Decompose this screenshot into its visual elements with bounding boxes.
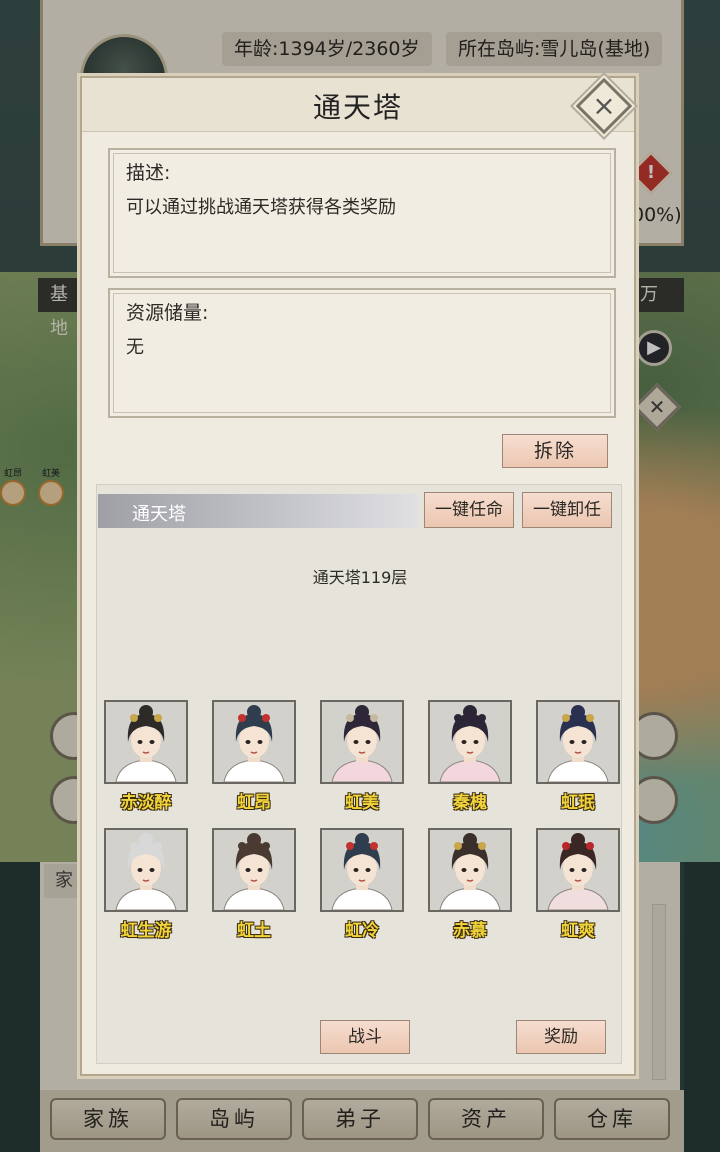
disciple-face-icon xyxy=(322,702,402,782)
disciple-portrait[interactable] xyxy=(104,700,188,784)
demolish-button[interactable]: 拆除 xyxy=(502,434,608,468)
description-box: 描述: 可以通过挑战通天塔获得各类奖励 xyxy=(108,148,616,278)
disciple-portrait[interactable] xyxy=(536,700,620,784)
disciple-name: 虹珉 xyxy=(561,793,595,813)
disciple-name: 赤淡醉 xyxy=(120,793,172,813)
dismiss-all-button[interactable]: 一键卸任 xyxy=(522,492,612,528)
disciple-name: 虹昂 xyxy=(237,793,271,813)
disciple-face-icon xyxy=(538,702,618,782)
disciple-name: 虹生游 xyxy=(120,921,172,941)
disciple-portrait[interactable] xyxy=(212,828,296,912)
resources-box: 资源储量: 无 xyxy=(108,288,616,418)
disciple-face-icon xyxy=(430,702,510,782)
appoint-all-button[interactable]: 一键任命 xyxy=(424,492,514,528)
disciple-name: 虹爽 xyxy=(561,921,595,941)
modal-title: 通天塔 xyxy=(312,91,403,124)
disciple-face-icon xyxy=(214,830,294,910)
disciple-face-icon xyxy=(430,830,510,910)
resources-text: 无 xyxy=(126,337,144,358)
description-label: 描述: xyxy=(126,162,171,184)
disciple-name: 虹冷 xyxy=(345,921,379,941)
disciple-portrait[interactable] xyxy=(428,828,512,912)
disciple-name: 虹土 xyxy=(237,921,271,941)
resources-label: 资源储量: xyxy=(126,302,209,324)
tower-modal: 通天塔 × 描述: 可以通过挑战通天塔获得各类奖励 资源储量: 无 拆除 通天塔… xyxy=(80,76,636,1076)
disciple-name: 虹美 xyxy=(345,793,379,813)
disciple-face-icon xyxy=(214,702,294,782)
disciple-name: 秦槐 xyxy=(453,793,487,813)
disciple-portrait[interactable] xyxy=(320,828,404,912)
disciple-face-icon xyxy=(538,830,618,910)
reward-button[interactable]: 奖励 xyxy=(516,1020,606,1054)
description-text: 可以通过挑战通天塔获得各类奖励 xyxy=(126,197,396,218)
tower-floor-text: 通天塔119层 xyxy=(312,568,408,587)
section-title: 通天塔 xyxy=(132,504,186,525)
disciple-portrait[interactable] xyxy=(428,700,512,784)
disciple-portrait[interactable] xyxy=(536,828,620,912)
disciple-portrait[interactable] xyxy=(104,828,188,912)
disciple-face-icon xyxy=(106,702,186,782)
disciple-face-icon xyxy=(106,830,186,910)
disciple-face-icon xyxy=(322,830,402,910)
fight-button[interactable]: 战斗 xyxy=(320,1020,410,1054)
disciple-name: 赤慕 xyxy=(453,921,487,941)
disciple-portrait[interactable] xyxy=(212,700,296,784)
disciple-portrait[interactable] xyxy=(320,700,404,784)
